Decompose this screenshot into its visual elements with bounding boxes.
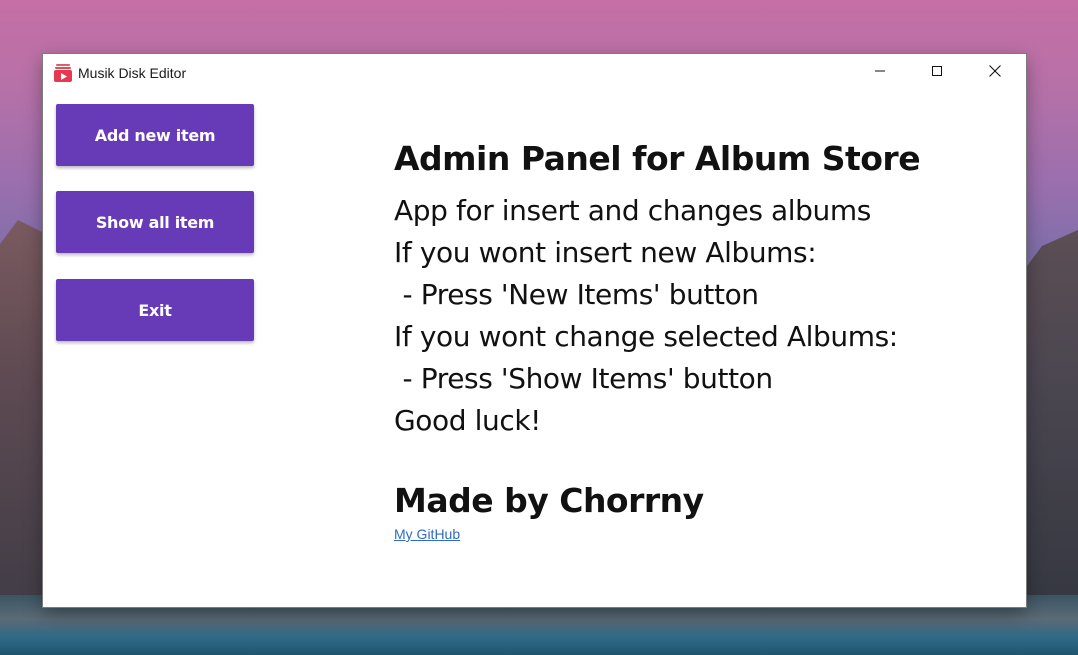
- instruction-line: If you wont insert new Albums:: [394, 236, 817, 269]
- instruction-line: App for insert and changes albums: [394, 194, 871, 227]
- exit-button[interactable]: Exit: [56, 279, 254, 341]
- title-bar[interactable]: Musik Disk Editor: [43, 54, 1026, 92]
- close-button[interactable]: [966, 54, 1024, 92]
- app-window: Musik Disk Editor Add new item Show all …: [43, 54, 1026, 607]
- maximize-button[interactable]: [908, 54, 966, 92]
- minimize-button[interactable]: [851, 54, 909, 92]
- author-credit: Made by Chorrny: [394, 481, 704, 520]
- instruction-line: - Press 'Show Items' button: [394, 362, 774, 395]
- maximize-icon: [931, 64, 943, 82]
- instructions: App for insert and changes albums If you…: [394, 190, 994, 442]
- desktop-cliff-right: [1018, 230, 1078, 630]
- instruction-line: - Press 'New Items' button: [394, 278, 760, 311]
- minimize-icon: [874, 64, 886, 82]
- instruction-line: If you wont change selected Albums:: [394, 320, 898, 353]
- show-all-item-button[interactable]: Show all item: [56, 191, 254, 253]
- page-title: Admin Panel for Album Store: [394, 139, 921, 178]
- info-panel: Admin Panel for Album Store App for inse…: [394, 134, 994, 543]
- instruction-line: Good luck!: [394, 404, 541, 437]
- window-title: Musik Disk Editor: [78, 65, 187, 81]
- github-link[interactable]: My GitHub: [394, 526, 460, 542]
- close-icon: [988, 64, 1002, 83]
- music-video-icon: [53, 63, 73, 83]
- add-new-item-button[interactable]: Add new item: [56, 104, 254, 166]
